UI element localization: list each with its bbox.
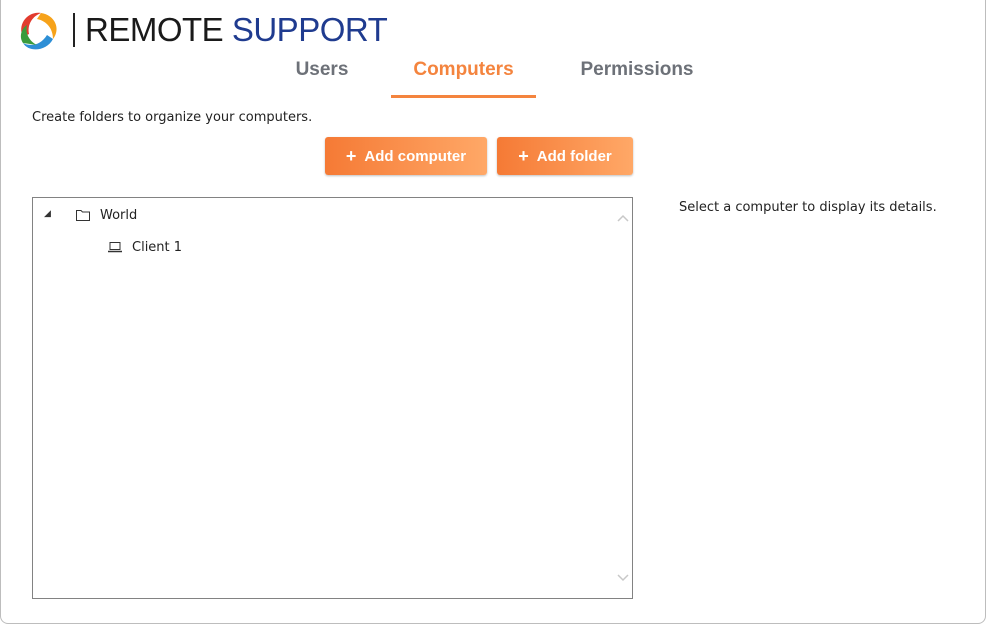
- logo-mark-icon: [20, 12, 57, 50]
- tree-item-client-1[interactable]: Client 1: [107, 236, 182, 258]
- tab-permissions[interactable]: Permissions: [567, 56, 707, 98]
- add-folder-label: Add folder: [536, 147, 612, 165]
- tree-item-world[interactable]: World: [75, 204, 137, 226]
- tab-computers[interactable]: Computers: [391, 56, 536, 98]
- brand-word-remote: REMOTE: [85, 11, 224, 48]
- scroll-up-icon[interactable]: [616, 212, 630, 226]
- brand-word-support: SUPPORT: [231, 11, 388, 48]
- tab-users[interactable]: Users: [279, 56, 365, 98]
- brand-name: REMOTE SUPPORT: [85, 11, 388, 49]
- tree-item-label: World: [100, 207, 138, 223]
- brand-logo: REMOTE SUPPORT: [15, 8, 388, 52]
- logo-separator: [73, 13, 75, 47]
- folder-icon: [76, 210, 90, 221]
- plus-icon: +: [345, 146, 357, 166]
- app-window: REMOTE SUPPORT Users Computers Permissio…: [0, 0, 986, 624]
- laptop-icon: [108, 242, 122, 253]
- computer-tree[interactable]: ◢ World Client 1: [32, 197, 633, 599]
- scroll-down-icon[interactable]: [616, 570, 630, 584]
- details-placeholder: Select a computer to display its details…: [679, 200, 937, 215]
- main-tabs: Users Computers Permissions: [1, 56, 985, 98]
- add-computer-button[interactable]: + Add computer: [325, 137, 487, 175]
- tree-expander-icon[interactable]: ◢: [44, 209, 51, 219]
- intro-text: Create folders to organize your computer…: [32, 110, 313, 125]
- plus-icon: +: [518, 146, 529, 166]
- add-folder-button[interactable]: + Add folder: [497, 137, 633, 175]
- tree-item-label: Client 1: [132, 239, 183, 255]
- add-computer-label: Add computer: [364, 147, 467, 165]
